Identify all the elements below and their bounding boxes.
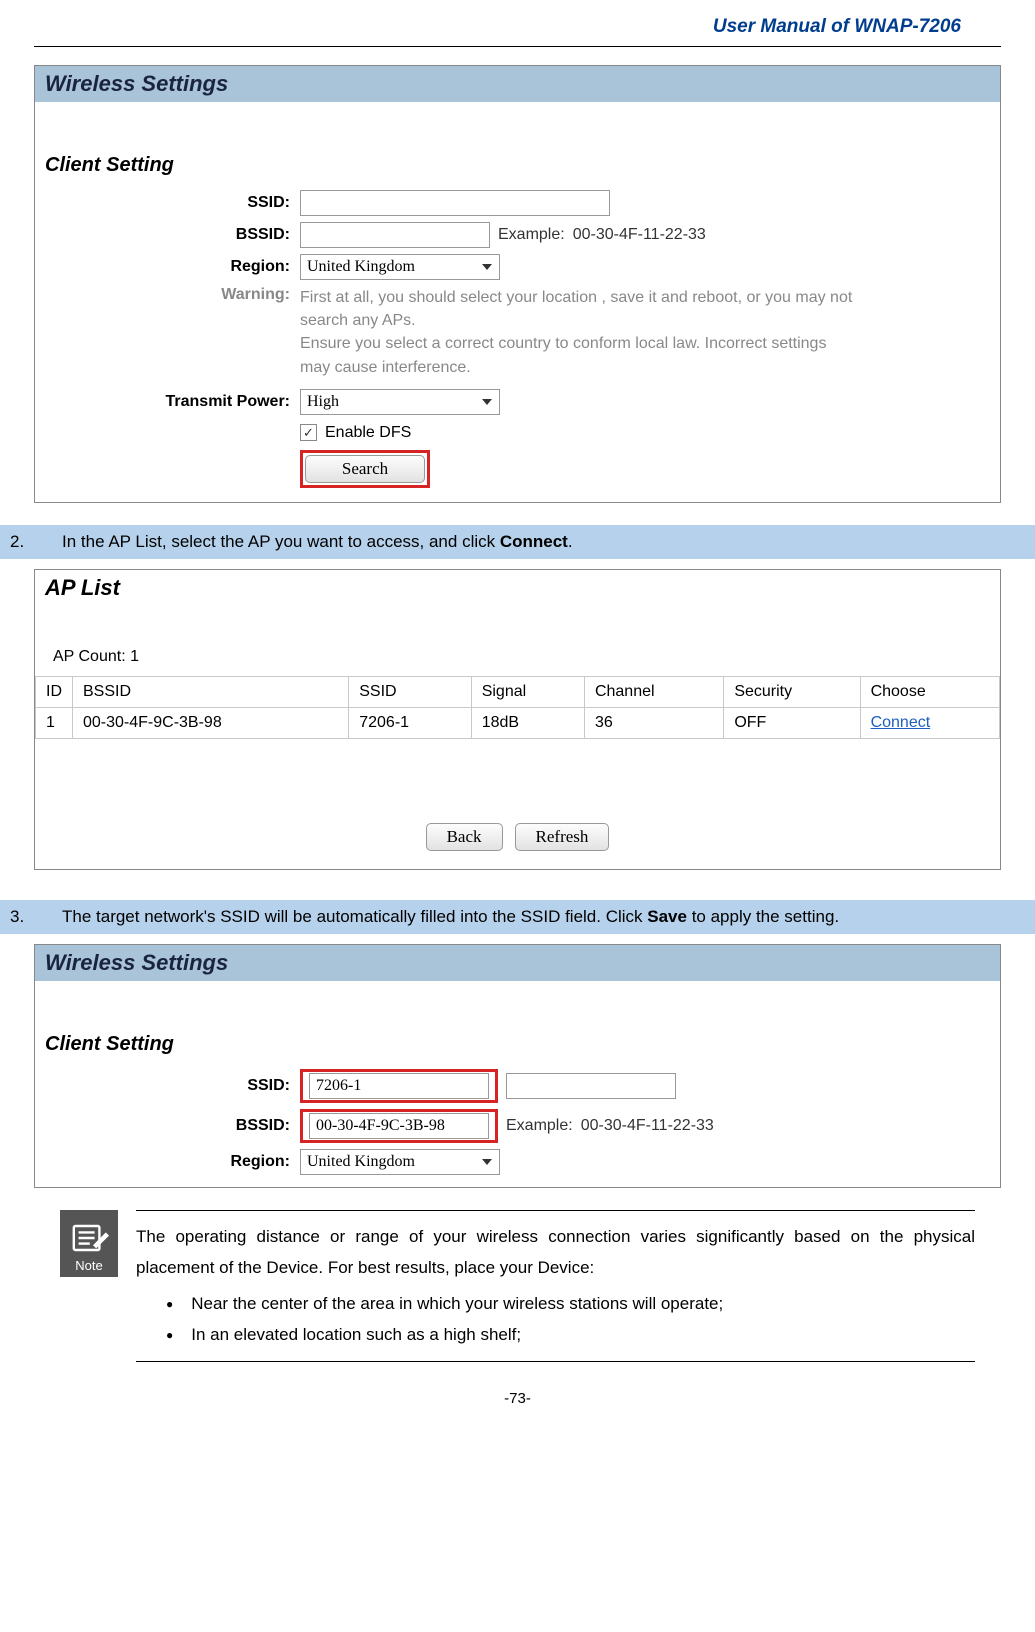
page-footer: -73- [0,1362,1035,1407]
ssid-input-filled[interactable] [309,1073,489,1099]
note-bullet-2: In an elevated location such as a high s… [166,1319,975,1350]
bssid-example-value: 00-30-4F-11-22-33 [573,226,706,244]
region-label: Region: [35,1153,300,1171]
step-2-bar: 2. In the AP List, select the AP you wan… [0,525,1035,559]
transmit-power-label: Transmit Power: [35,393,300,411]
ap-table: ID BSSID SSID Signal Channel Security Ch… [35,676,1000,739]
bssid-label: BSSID: [35,1117,300,1135]
cell-ssid: 7206-1 [349,707,471,738]
bssid-label: BSSID: [35,226,300,244]
region-value[interactable] [300,1149,500,1175]
warning-label: Warning: [35,286,300,304]
cell-bssid: 00-30-4F-9C-3B-98 [73,707,349,738]
bssid-input[interactable] [300,222,490,248]
col-bssid: BSSID [73,676,349,707]
enable-dfs-checkbox[interactable]: ✓ [300,424,317,441]
note-intro: The operating distance or range of your … [136,1221,975,1284]
cell-security: OFF [724,707,860,738]
note-icon: Note [60,1210,118,1277]
bssid-input-filled[interactable] [309,1113,489,1139]
note-block: Note The operating distance or range of … [60,1210,975,1362]
client-setting-heading: Client Setting [35,140,1000,187]
step-2-text: In the AP List, select the AP you want t… [62,532,573,552]
table-row: 1 00-30-4F-9C-3B-98 7206-1 18dB 36 OFF C… [36,707,1000,738]
col-id: ID [36,676,73,707]
col-ssid: SSID [349,676,471,707]
ssid-highlight-box [300,1069,498,1103]
wireless-settings-panel-1: Wireless Settings Client Setting SSID: B… [34,65,1001,503]
col-channel: Channel [584,676,723,707]
ssid-input[interactable] [300,190,610,216]
bssid-example-label: Example: [498,226,565,244]
table-header-row: ID BSSID SSID Signal Channel Security Ch… [36,676,1000,707]
transmit-power-value[interactable] [300,389,500,415]
wireless-settings-panel-2: Wireless Settings Client Setting SSID: B… [34,944,1001,1188]
col-security: Security [724,676,860,707]
region-value[interactable] [300,254,500,280]
panel-title: Wireless Settings [35,945,1000,981]
note-label: Note [75,1258,102,1273]
region-dropdown[interactable] [300,1149,500,1175]
ap-list-title: AP List [35,570,1000,606]
ap-list-panel: AP List AP Count: 1 ID BSSID SSID Signal… [34,569,1001,870]
ssid-label: SSID: [35,1077,300,1095]
step-2-number: 2. [10,532,34,552]
bssid-example-label: Example: [506,1117,573,1135]
cell-channel: 36 [584,707,723,738]
bssid-example-value: 00-30-4F-11-22-33 [581,1117,714,1135]
search-button-highlight: Search [300,450,430,488]
note-text: The operating distance or range of your … [136,1210,975,1362]
client-setting-heading: Client Setting [35,1019,1000,1066]
step-3-bar: 3. The target network's SSID will be aut… [0,900,1035,934]
connect-link[interactable]: Connect [871,714,931,731]
note-bullet-1: Near the center of the area in which you… [166,1288,975,1319]
cell-signal: 18dB [471,707,584,738]
step-3-text: The target network's SSID will be automa… [62,907,839,927]
panel-title: Wireless Settings [35,66,1000,102]
back-button[interactable]: Back [426,823,503,851]
step-3-number: 3. [10,907,34,927]
transmit-power-dropdown[interactable] [300,389,500,415]
region-dropdown[interactable] [300,254,500,280]
ssid-input-extra[interactable] [506,1073,676,1099]
cell-id: 1 [36,707,73,738]
enable-dfs-label: Enable DFS [325,424,411,442]
refresh-button[interactable]: Refresh [515,823,610,851]
search-button[interactable]: Search [305,455,425,483]
col-signal: Signal [471,676,584,707]
col-choose: Choose [860,676,999,707]
bssid-highlight-box [300,1109,498,1143]
page-header: User Manual of WNAP-7206 [34,10,1001,47]
ap-count: AP Count: 1 [35,634,1000,676]
warning-text: First at all, you should select your loc… [300,286,860,379]
region-label: Region: [35,258,300,276]
ssid-label: SSID: [35,194,300,212]
